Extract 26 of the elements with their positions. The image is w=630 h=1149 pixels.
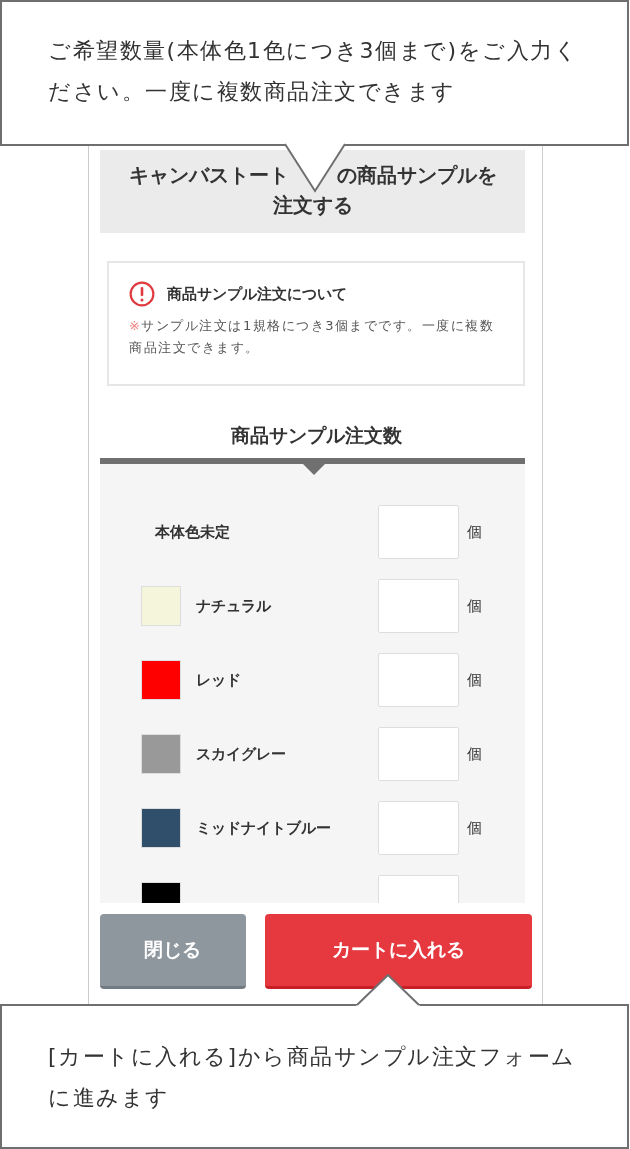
quantity-field[interactable] — [378, 727, 459, 781]
color-name: ミッドナイトブルー — [196, 818, 331, 838]
dialog-title: の商品サンプルを — [336, 162, 498, 189]
unit-label: 個 — [467, 522, 482, 542]
callout-text: [カートに入れる]から商品サンプル注文フォームに進みます — [48, 1043, 577, 1112]
add-to-cart-button[interactable]: カートに入れる — [264, 914, 532, 989]
unit-label: 個 — [467, 818, 482, 838]
unit-label: 個 — [467, 596, 482, 616]
dialog-title: 注文する — [272, 192, 353, 219]
color-name: スカイグレー — [196, 744, 286, 764]
notice-text: ※サンプル注文は1規格につき3個までです。一度に複数商品注文できます。 — [129, 317, 496, 357]
quantity-field[interactable] — [378, 505, 459, 559]
alert-icon — [129, 281, 155, 307]
close-button[interactable]: 閉じる — [100, 914, 246, 989]
quantity-field[interactable] — [378, 653, 459, 707]
notice-heading: 商品サンプル注文について — [167, 284, 347, 304]
color-name: レッド — [196, 670, 241, 690]
section-heading: 商品サンプル注文数 — [229, 423, 403, 448]
unit-label: 個 — [467, 744, 482, 764]
color-name: ナチュラル — [196, 596, 271, 616]
unit-label: 個 — [467, 670, 482, 690]
dialog-title: キャンバストート — [127, 162, 289, 189]
color-name: 本体色未定 — [154, 522, 230, 542]
quantity-field[interactable] — [378, 801, 459, 855]
callout-text: ご希望数量(本体色1色につき3個まで)をご入力ください。一度に複数商品注文できます — [48, 37, 580, 106]
quantity-field[interactable] — [378, 579, 459, 633]
